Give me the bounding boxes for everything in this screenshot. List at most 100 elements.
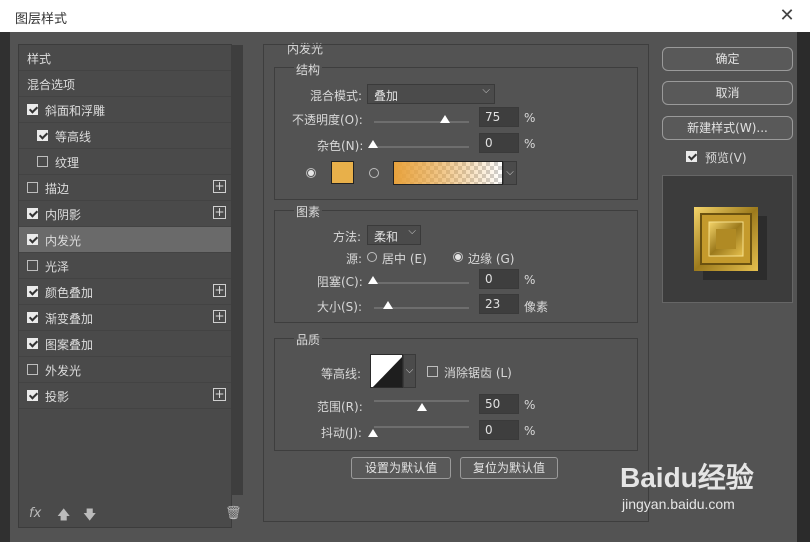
noise-input[interactable]: 0	[479, 133, 519, 153]
style-item[interactable]: 纹理	[19, 149, 231, 175]
gradient-radio[interactable]	[369, 168, 379, 178]
preview-checkbox[interactable]	[686, 151, 697, 162]
trash-icon[interactable]: 🗑	[225, 506, 242, 521]
antialias-checkbox[interactable]	[427, 366, 438, 377]
glow-color-swatch[interactable]	[331, 161, 354, 184]
reset-default-button[interactable]: 复位为默认值	[460, 457, 558, 479]
style-item[interactable]: 斜面和浮雕	[19, 97, 231, 123]
contour-curve-icon	[372, 357, 402, 387]
noise-label: 杂色(N):	[317, 139, 364, 153]
style-item-checkbox[interactable]	[37, 130, 48, 141]
choke-slider[interactable]	[374, 282, 469, 284]
ok-button[interactable]: 确定	[662, 47, 793, 71]
gold-square-preview-icon	[694, 207, 767, 280]
structure-title: 结构	[294, 61, 323, 78]
style-item[interactable]: 投影 +	[19, 383, 231, 409]
choke-slider-thumb[interactable]	[368, 276, 378, 284]
style-item[interactable]: 光泽	[19, 253, 231, 279]
style-item[interactable]: 内发光	[19, 227, 231, 253]
size-label: 大小(S):	[317, 300, 363, 314]
styles-list-panel: 样式 混合选项 斜面和浮雕 等高线 纹理 描边 + 内阴影 + 内发光 光泽 颜色叠加 + 渐变叠加 + 图案…	[18, 44, 243, 528]
style-item-checkbox[interactable]	[27, 234, 38, 245]
style-item[interactable]: 样式	[19, 45, 231, 71]
style-item[interactable]: 混合选项	[19, 71, 231, 97]
new-style-button[interactable]: 新建样式(W)...	[662, 116, 793, 140]
style-item-checkbox[interactable]	[27, 390, 38, 401]
opacity-slider[interactable]	[374, 121, 469, 123]
opacity-label: 不透明度(O):	[292, 113, 363, 127]
jitter-slider[interactable]	[374, 426, 469, 428]
inner-glow-panel: 结构 混合模式: 叠加 ⌵ 不透明度(O): 75 % 杂色(N): 0 % ⌵…	[263, 44, 649, 522]
background-canvas-right	[797, 32, 810, 542]
source-label: 源:	[346, 252, 363, 266]
style-item-label: 内阴影	[45, 208, 82, 222]
jitter-unit: %	[524, 424, 536, 438]
dialog-title: 图层样式	[15, 12, 68, 27]
contour-dropdown-icon[interactable]: ⌵	[403, 354, 416, 388]
style-item-label: 图案叠加	[45, 338, 94, 352]
style-item-checkbox[interactable]	[27, 104, 38, 115]
antialias-label: 消除锯齿 (L)	[444, 366, 512, 380]
style-item-label: 颜色叠加	[45, 286, 94, 300]
style-item[interactable]: 渐变叠加 +	[19, 305, 231, 331]
add-style-icon[interactable]: +	[213, 284, 226, 297]
jitter-slider-thumb[interactable]	[368, 429, 378, 437]
title-bar: 图层样式 ✕	[0, 0, 810, 32]
style-item[interactable]: 等高线	[19, 123, 231, 149]
gradient-dropdown-icon[interactable]: ⌵	[503, 161, 517, 185]
style-item[interactable]: 图案叠加	[19, 331, 231, 357]
style-item[interactable]: 内阴影 +	[19, 201, 231, 227]
range-slider[interactable]	[374, 400, 469, 402]
style-item-checkbox[interactable]	[27, 182, 38, 193]
style-item-checkbox[interactable]	[27, 338, 38, 349]
style-item-checkbox[interactable]	[27, 364, 38, 375]
style-item-label: 等高线	[55, 130, 92, 144]
cancel-button[interactable]: 取消	[662, 81, 793, 105]
method-select[interactable]: 柔和 ⌵	[367, 225, 421, 245]
range-input[interactable]: 50	[479, 394, 519, 414]
close-icon[interactable]: ✕	[776, 5, 798, 27]
chevron-down-icon: ⌵	[408, 226, 416, 237]
watermark-url: jingyan.baidu.com	[622, 496, 735, 512]
style-item-checkbox[interactable]	[27, 208, 38, 219]
blend-mode-label: 混合模式:	[310, 89, 363, 103]
style-item-checkbox[interactable]	[37, 156, 48, 167]
choke-unit: %	[524, 273, 536, 287]
source-center-radio[interactable]	[367, 252, 377, 262]
noise-slider-thumb[interactable]	[368, 140, 378, 148]
glow-gradient-picker[interactable]	[393, 161, 503, 185]
size-input[interactable]: 23	[479, 294, 519, 314]
style-item-checkbox[interactable]	[27, 286, 38, 297]
source-edge-radio[interactable]	[453, 252, 463, 262]
chevron-down-icon: ⌵	[482, 85, 490, 96]
style-item[interactable]: 描边 +	[19, 175, 231, 201]
style-item-label: 纹理	[55, 156, 80, 170]
noise-slider[interactable]	[374, 146, 469, 148]
opacity-slider-thumb[interactable]	[440, 115, 450, 123]
source-edge-label: 边缘 (G)	[468, 252, 515, 266]
style-item[interactable]: 颜色叠加 +	[19, 279, 231, 305]
color-radio[interactable]	[306, 168, 316, 178]
add-style-icon[interactable]: +	[213, 310, 226, 323]
contour-preview[interactable]	[370, 354, 403, 388]
choke-input[interactable]: 0	[479, 269, 519, 289]
jitter-input[interactable]: 0	[479, 420, 519, 440]
style-item-label: 投影	[45, 390, 70, 404]
style-item-checkbox[interactable]	[27, 312, 38, 323]
blend-mode-select[interactable]: 叠加 ⌵	[367, 84, 495, 104]
arrow-down-icon[interactable]: 🡇	[83, 506, 96, 528]
add-style-icon[interactable]: +	[213, 388, 226, 401]
size-slider-thumb[interactable]	[383, 301, 393, 309]
arrow-up-icon[interactable]: 🡅	[57, 506, 70, 528]
styles-list-footer: fx 🡅 🡇 🗑	[19, 503, 242, 528]
add-style-icon[interactable]: +	[213, 180, 226, 193]
opacity-input[interactable]: 75	[479, 107, 519, 127]
add-style-icon[interactable]: +	[213, 206, 226, 219]
style-item[interactable]: 外发光	[19, 357, 231, 383]
style-item-checkbox[interactable]	[27, 260, 38, 271]
range-slider-thumb[interactable]	[417, 403, 427, 411]
make-default-button[interactable]: 设置为默认值	[351, 457, 451, 479]
noise-unit: %	[524, 137, 536, 151]
styles-list-scrollbar[interactable]	[231, 45, 243, 495]
fx-button[interactable]: fx	[29, 506, 41, 521]
